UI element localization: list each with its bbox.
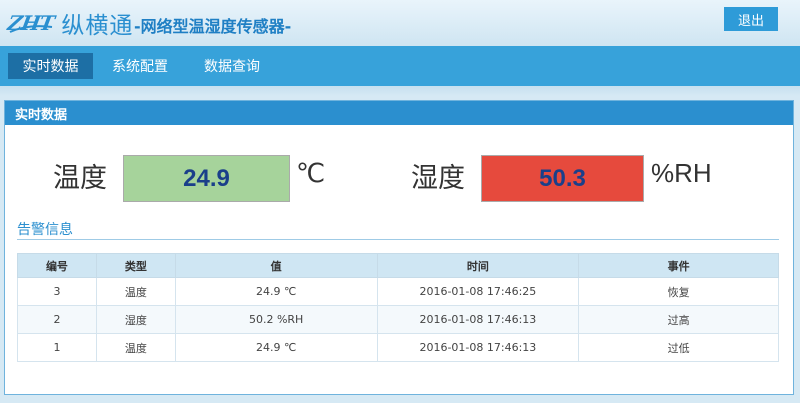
cell-type: 湿度: [95, 305, 176, 334]
cell-time: 2016-01-08 17:46:13: [376, 305, 580, 334]
cell-type: 温度: [95, 277, 176, 306]
realtime-panel: 实时数据 温度 24.9 ℃ 湿度 50.3 %RH 告警信息 编号 类型 值 …: [4, 100, 794, 395]
logo-text: 纵横通: [61, 13, 134, 39]
table-header-row: 编号 类型 值 时间 事件: [17, 253, 779, 278]
cell-event: 过低: [578, 333, 779, 362]
cell-id: 3: [17, 277, 97, 306]
cell-time: 2016-01-08 17:46:25: [376, 277, 580, 306]
main-nav: 实时数据 系统配置 数据查询: [0, 46, 800, 86]
col-header-event: 事件: [578, 253, 779, 278]
col-header-value: 值: [174, 253, 378, 278]
cell-type: 温度: [95, 333, 176, 362]
nav-item-data-query[interactable]: 数据查询: [190, 53, 274, 79]
alarm-table: 编号 类型 值 时间 事件 3 温度 24.9 ℃ 2016-01-08 17:…: [17, 253, 779, 362]
humidity-value: 50.3: [481, 155, 644, 202]
cell-value: 50.2 %RH: [174, 305, 378, 334]
humidity-label: 湿度: [411, 163, 465, 194]
logout-button[interactable]: 退出: [724, 7, 778, 31]
table-row: 1 温度 24.9 ℃ 2016-01-08 17:46:13 过低: [17, 333, 779, 362]
panel-title: 实时数据: [5, 101, 793, 125]
logo-swoosh-icon: [9, 25, 53, 33]
table-row: 2 湿度 50.2 %RH 2016-01-08 17:46:13 过高: [17, 305, 779, 334]
cell-id: 2: [17, 305, 97, 334]
cell-time: 2016-01-08 17:46:13: [376, 333, 580, 362]
cell-event: 恢复: [578, 277, 779, 306]
alarm-info-title: 告警信息: [17, 222, 73, 238]
cell-value: 24.9 ℃: [174, 333, 378, 362]
humidity-unit: %RH: [651, 158, 712, 188]
brand-logo: ZHT 纵横通: [6, 6, 134, 40]
cell-value: 24.9 ℃: [174, 277, 378, 306]
nav-item-realtime[interactable]: 实时数据: [8, 53, 93, 79]
app-header: ZHT 纵横通 -网络型温湿度传感器- 退出: [0, 0, 800, 46]
nav-item-system-config[interactable]: 系统配置: [100, 53, 180, 79]
cell-id: 1: [17, 333, 97, 362]
temperature-unit: ℃: [296, 158, 326, 188]
temperature-label: 温度: [53, 163, 107, 194]
col-header-time: 时间: [376, 253, 580, 278]
nav-divider: [0, 86, 800, 96]
col-header-type: 类型: [95, 253, 176, 278]
col-header-id: 编号: [17, 253, 97, 278]
table-row: 3 温度 24.9 ℃ 2016-01-08 17:46:25 恢复: [17, 277, 779, 306]
cell-event: 过高: [578, 305, 779, 334]
alarm-divider: [17, 239, 779, 240]
app-title: -网络型温湿度传感器-: [134, 17, 292, 36]
temperature-value: 24.9: [123, 155, 290, 202]
